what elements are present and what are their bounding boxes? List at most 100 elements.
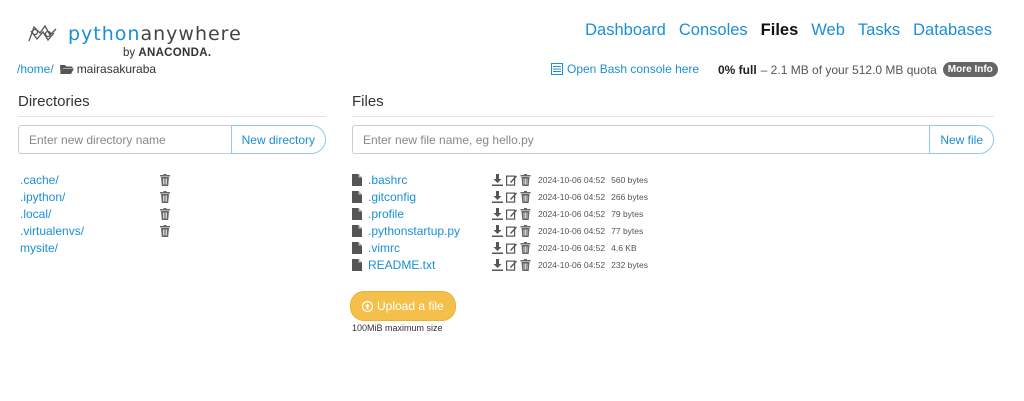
download-icon[interactable]	[492, 173, 503, 186]
new-directory-button[interactable]: New directory	[230, 125, 326, 154]
download-icon[interactable]	[492, 241, 503, 254]
quota-detail: – 2.1 MB of your 512.0 MB quota	[760, 62, 937, 77]
breadcrumb: /home/ mairasakuraba	[17, 62, 156, 76]
file-icon	[352, 224, 362, 237]
new-file-button[interactable]: New file	[929, 125, 994, 154]
open-bash-console-label: Open Bash console here	[567, 62, 700, 76]
trash-icon[interactable]	[520, 258, 531, 271]
file-link[interactable]: .bashrc	[368, 173, 492, 187]
nav-databases[interactable]: Databases	[913, 21, 992, 40]
nav-dashboard[interactable]: Dashboard	[585, 21, 666, 40]
file-size: 4.6 KB	[611, 242, 637, 253]
file-date: 2024-10-06 04:52	[538, 259, 606, 270]
file-row: .bashrc 2024-10-06 04:52 560 bytes	[352, 171, 672, 188]
trash-icon[interactable]	[520, 207, 531, 220]
breadcrumb-home-link[interactable]: /home/	[17, 62, 54, 76]
upload-file-label: Upload a file	[377, 299, 444, 313]
download-icon[interactable]	[492, 190, 503, 203]
file-row: README.txt 2024-10-06 04:52 232 bytes	[352, 256, 672, 273]
trash-icon[interactable]	[520, 173, 531, 186]
directory-list: .cache/ .ipython/ .local/ .virtualenvs/ …	[20, 171, 170, 256]
file-row: .profile 2024-10-06 04:52 79 bytes	[352, 205, 672, 222]
edit-icon[interactable]	[506, 208, 517, 220]
file-actions	[492, 173, 538, 186]
file-actions	[492, 258, 538, 271]
file-icon	[352, 258, 362, 271]
directory-link[interactable]: mysite/	[20, 241, 58, 255]
file-link[interactable]: README.txt	[368, 258, 492, 272]
nav-tasks[interactable]: Tasks	[858, 21, 900, 40]
file-size: 560 bytes	[611, 174, 648, 185]
file-link[interactable]: .vimrc	[368, 241, 492, 255]
top-navigation: Dashboard Consoles Files Web Tasks Datab…	[585, 21, 992, 40]
trash-icon[interactable]	[160, 207, 170, 220]
file-meta: 2024-10-06 04:52 4.6 KB	[538, 243, 637, 253]
edit-icon[interactable]	[506, 225, 517, 237]
file-row: .gitconfig 2024-10-06 04:52 266 bytes	[352, 188, 672, 205]
file-size: 79 bytes	[611, 208, 644, 219]
new-directory-input[interactable]: Enter new directory name	[18, 125, 231, 154]
file-actions	[492, 190, 538, 203]
open-bash-console-link[interactable]: Open Bash console here	[551, 62, 699, 76]
nav-web[interactable]: Web	[811, 21, 845, 40]
folder-open-icon	[59, 65, 74, 74]
directory-link[interactable]: .cache/	[20, 173, 59, 187]
disk-quota: 0% full – 2.1 MB of your 512.0 MB quota …	[718, 62, 998, 77]
edit-icon[interactable]	[506, 259, 517, 271]
file-link[interactable]: .profile	[368, 207, 492, 221]
directory-link[interactable]: .virtualenvs/	[20, 224, 84, 238]
file-meta: 2024-10-06 04:52 232 bytes	[538, 260, 648, 270]
file-size: 232 bytes	[611, 259, 648, 270]
trash-icon[interactable]	[160, 173, 170, 186]
file-meta: 2024-10-06 04:52 266 bytes	[538, 192, 648, 202]
trash-icon[interactable]	[160, 190, 170, 203]
edit-icon[interactable]	[506, 191, 517, 203]
more-info-button[interactable]: More Info	[942, 62, 998, 77]
file-actions	[492, 207, 538, 220]
file-link[interactable]: .pythonstartup.py	[368, 224, 492, 238]
directory-link[interactable]: .ipython/	[20, 190, 65, 204]
pythonanywhere-logo[interactable]: pythonanywhere by ANACONDA.	[26, 20, 241, 60]
file-actions	[492, 224, 538, 237]
file-date: 2024-10-06 04:52	[538, 208, 606, 219]
new-file-form: Enter new file name, eg hello.py New fil…	[352, 125, 994, 154]
python-snake-logo-icon	[28, 24, 57, 42]
file-size: 77 bytes	[611, 225, 644, 236]
file-icon	[352, 241, 362, 254]
list-item: .local/	[20, 205, 170, 222]
files-heading: Files	[352, 93, 994, 117]
upload-file-button[interactable]: Upload a file	[350, 291, 456, 321]
trash-icon[interactable]	[160, 224, 170, 237]
file-row: .pythonstartup.py 2024-10-06 04:52 77 byt…	[352, 222, 672, 239]
file-date: 2024-10-06 04:52	[538, 191, 606, 202]
file-icon	[352, 207, 362, 220]
upload-arrow-icon	[362, 300, 373, 312]
console-icon	[551, 63, 563, 75]
edit-icon[interactable]	[506, 174, 517, 186]
list-item: mysite/	[20, 239, 170, 256]
trash-icon[interactable]	[520, 190, 531, 203]
upload-size-note: 100MiB maximum size	[352, 323, 443, 333]
new-file-input[interactable]: Enter new file name, eg hello.py	[352, 125, 930, 154]
file-date: 2024-10-06 04:52	[538, 242, 606, 253]
file-icon	[352, 190, 362, 203]
logo-byline: by ANACONDA.	[123, 47, 212, 59]
breadcrumb-user: mairasakuraba	[76, 62, 157, 76]
download-icon[interactable]	[492, 224, 503, 237]
edit-icon[interactable]	[506, 242, 517, 254]
file-link[interactable]: .gitconfig	[368, 190, 492, 204]
file-list: .bashrc 2024-10-06 04:52 560 bytes .gitco…	[352, 171, 672, 273]
file-actions	[492, 241, 538, 254]
file-row: .vimrc 2024-10-06 04:52 4.6 KB	[352, 239, 672, 256]
trash-icon[interactable]	[520, 224, 531, 237]
download-icon[interactable]	[492, 207, 503, 220]
list-item: .virtualenvs/	[20, 222, 170, 239]
nav-files[interactable]: Files	[761, 21, 799, 40]
trash-icon[interactable]	[520, 241, 531, 254]
list-item: .cache/	[20, 171, 170, 188]
logo-wordmark: pythonanywhere	[68, 23, 242, 45]
directory-link[interactable]: .local/	[20, 207, 51, 221]
file-date: 2024-10-06 04:52	[538, 225, 606, 236]
download-icon[interactable]	[492, 258, 503, 271]
nav-consoles[interactable]: Consoles	[679, 21, 748, 40]
